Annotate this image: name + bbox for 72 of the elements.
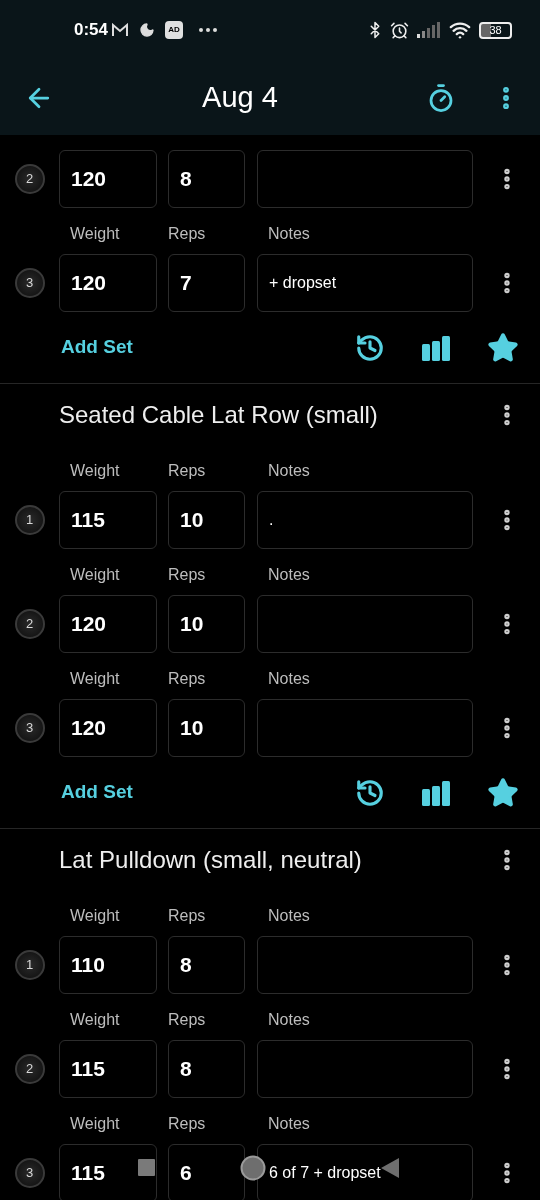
moon-icon — [139, 22, 156, 38]
reps-field[interactable]: 7 — [168, 254, 245, 312]
add-set-button[interactable]: Add Set — [61, 778, 133, 807]
reps-label: Reps — [168, 669, 207, 689]
weight-field[interactable]: 115 — [59, 491, 157, 549]
star-icon[interactable] — [487, 776, 519, 809]
weight-label: Weight — [70, 461, 121, 481]
add-set-button[interactable]: Add Set — [61, 333, 133, 362]
alarm-icon — [390, 20, 409, 40]
notes-field[interactable] — [257, 595, 473, 653]
set-number: 2 — [14, 1054, 45, 1084]
star-icon[interactable] — [487, 331, 519, 364]
reps-field[interactable]: 8 — [168, 936, 245, 994]
notes-field[interactable] — [257, 150, 473, 208]
history-icon[interactable] — [355, 332, 385, 363]
exercise-title: Lat Pulldown (small, neutral) — [59, 844, 363, 875]
notes-label: Notes — [268, 906, 310, 926]
weight-field[interactable]: 120 — [59, 699, 157, 757]
reps-field[interactable]: 10 — [168, 491, 245, 549]
signal-icon — [417, 22, 441, 38]
weight-field[interactable]: 120 — [59, 150, 157, 208]
reps-label: Reps — [168, 565, 207, 585]
notes-label: Notes — [268, 565, 310, 585]
ad-blocker-icon: AD — [165, 21, 184, 39]
reps-label: Reps — [168, 224, 207, 244]
weight-label: Weight — [70, 224, 121, 244]
weight-label: Weight — [70, 1114, 121, 1134]
weight-label: Weight — [70, 1010, 121, 1030]
screen-title: Aug 4 — [201, 79, 279, 115]
weight-label: Weight — [70, 669, 121, 689]
home-icon[interactable] — [240, 1155, 266, 1181]
notes-label: Notes — [268, 1010, 310, 1030]
notes-label: Notes — [268, 461, 310, 481]
mail-icon — [111, 23, 130, 37]
weight-field[interactable]: 120 — [59, 254, 157, 312]
wifi-icon — [449, 19, 471, 41]
set-number: 3 — [14, 713, 45, 743]
set-number: 1 — [14, 950, 45, 980]
notes-field[interactable] — [257, 936, 473, 994]
reps-field[interactable]: 8 — [168, 1040, 245, 1098]
notes-label: Notes — [268, 224, 310, 244]
bar-chart-icon[interactable] — [422, 779, 450, 806]
status-time: 0:54 — [74, 19, 109, 42]
weight-field[interactable]: 110 — [59, 936, 157, 994]
notes-field[interactable]: + dropset — [257, 254, 473, 312]
more-notifications-icon — [199, 28, 218, 32]
reps-label: Reps — [168, 906, 207, 926]
notes-label: Notes — [268, 669, 310, 689]
reps-field[interactable]: 10 — [168, 595, 245, 653]
reps-label: Reps — [168, 1010, 207, 1030]
reps-label: Reps — [168, 1114, 207, 1134]
set-number: 1 — [14, 505, 45, 535]
notes-field[interactable] — [257, 1040, 473, 1098]
weight-field[interactable]: 115 — [59, 1040, 157, 1098]
notes-label: Notes — [268, 1114, 310, 1134]
reps-label: Reps — [168, 461, 207, 481]
reps-field[interactable]: 8 — [168, 150, 245, 208]
set-number: 3 — [14, 1158, 45, 1188]
notes-field[interactable]: . — [257, 491, 473, 549]
history-icon[interactable] — [355, 777, 385, 808]
bar-chart-icon[interactable] — [422, 334, 450, 361]
set-number: 3 — [14, 268, 45, 298]
notes-field[interactable] — [257, 699, 473, 757]
exercise-title: Seated Cable Lat Row (small) — [59, 399, 379, 430]
reps-field[interactable]: 10 — [168, 699, 245, 757]
weight-label: Weight — [70, 906, 121, 926]
set-number: 2 — [14, 609, 45, 639]
set-number: 2 — [14, 164, 45, 194]
battery-icon: 38 — [479, 21, 512, 39]
weight-label: Weight — [70, 565, 121, 585]
weight-field[interactable]: 120 — [59, 595, 157, 653]
back-nav-icon[interactable] — [381, 1158, 399, 1178]
